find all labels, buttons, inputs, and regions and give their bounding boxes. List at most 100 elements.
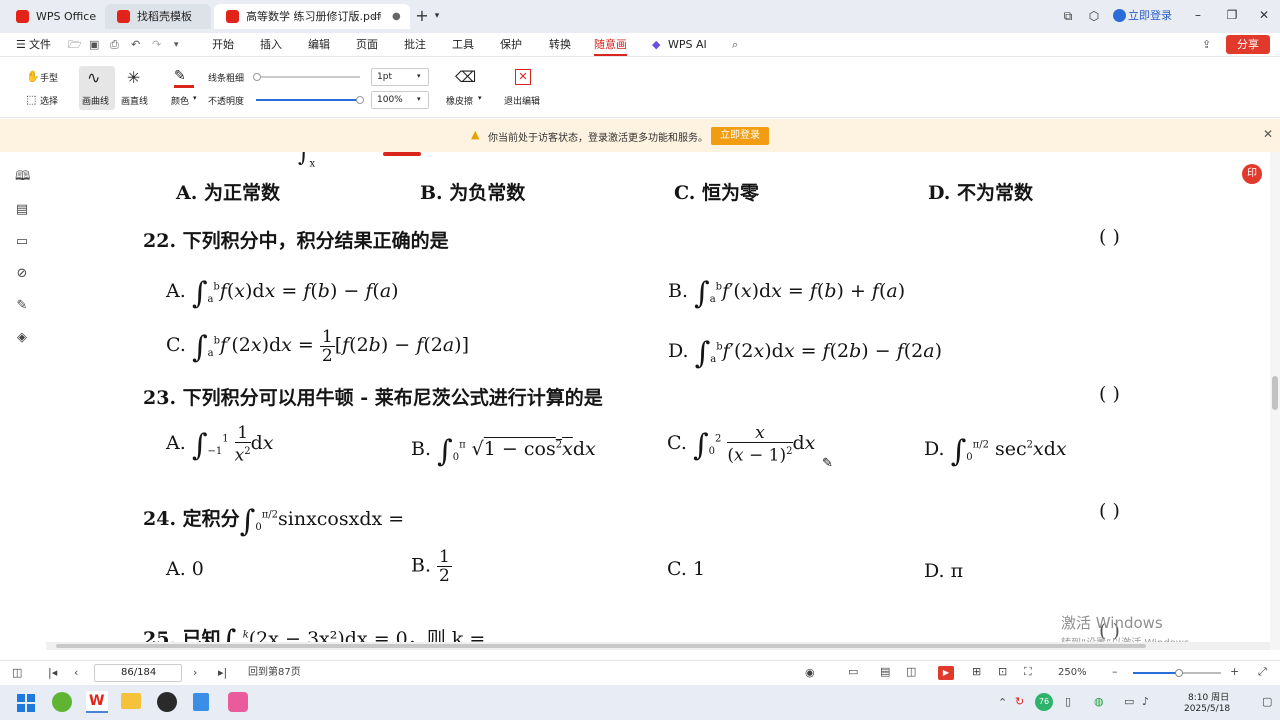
recycle-bin-icon[interactable]: [193, 693, 209, 711]
horizontal-scrollbar[interactable]: [46, 642, 1270, 650]
tray-badge[interactable]: 76: [1035, 693, 1053, 711]
monitor-icon[interactable]: ▭: [372, 4, 381, 29]
hamburger-icon[interactable]: ☰: [16, 36, 26, 54]
curve-tool-button[interactable]: ∿ 画曲线: [79, 66, 115, 110]
last-page-icon[interactable]: ▸|: [218, 666, 227, 680]
thickness-select[interactable]: 1pt ▾: [371, 68, 429, 86]
open-icon[interactable]: 🗁: [68, 36, 82, 54]
single-page-view-icon[interactable]: ▭: [848, 665, 858, 679]
opacity-select[interactable]: 100% ▾: [371, 91, 429, 109]
menu-file[interactable]: 文件: [29, 36, 51, 54]
zoom-out-icon[interactable]: –: [1112, 665, 1118, 679]
zoom-slider[interactable]: [1133, 669, 1221, 677]
search-icon[interactable]: ⌕: [732, 36, 738, 54]
color-app-icon[interactable]: [228, 692, 248, 712]
unsaved-dot-icon[interactable]: ●: [392, 4, 401, 29]
thickness-slider[interactable]: [253, 73, 360, 81]
network-icon[interactable]: ▭: [1124, 695, 1134, 709]
menu-protect[interactable]: 保护: [500, 36, 522, 54]
zoom-level[interactable]: 250%: [1058, 666, 1087, 680]
chevron-down-icon[interactable]: ▾: [431, 6, 443, 26]
redo-icon[interactable]: ↷: [152, 36, 161, 54]
fit-width-icon[interactable]: ⊞: [972, 665, 981, 679]
previous-page-icon[interactable]: ‹: [74, 666, 78, 680]
restore-button[interactable]: ❐: [1224, 5, 1240, 25]
quick-access-chevron-icon[interactable]: ▾: [174, 36, 179, 54]
tray-wechat-icon[interactable]: ◍: [1094, 695, 1104, 709]
return-to-page-link[interactable]: 回到第87页: [248, 666, 301, 680]
tab-wps-office[interactable]: WPS Office: [4, 4, 102, 29]
dual-page-view-icon[interactable]: ◫: [906, 665, 916, 679]
zoom-in-icon[interactable]: +: [1230, 665, 1239, 679]
exit-edit-button[interactable]: ✕ 退出编辑: [500, 66, 548, 110]
avatar-icon[interactable]: [1113, 9, 1126, 22]
login-link[interactable]: 立即登录: [1128, 6, 1172, 26]
new-tab-icon[interactable]: +: [413, 6, 431, 26]
expand-icon[interactable]: ⤢: [1258, 665, 1267, 679]
clock-date[interactable]: 2025/5/18: [1184, 704, 1230, 714]
tray-chevron-up-icon[interactable]: ⌃: [998, 696, 1007, 710]
comment-icon[interactable]: ▭: [15, 235, 29, 249]
menu-wps-ai[interactable]: WPS AI: [668, 36, 707, 54]
media-app-icon[interactable]: [157, 692, 177, 712]
q21-option-d: D. 不为常数: [928, 182, 1034, 204]
page-number-input[interactable]: 86/184: [94, 664, 182, 682]
next-page-icon[interactable]: ›: [193, 666, 197, 680]
minimize-button[interactable]: –: [1190, 5, 1206, 25]
menu-convert[interactable]: 转换: [549, 36, 571, 54]
tab-pdf-document[interactable]: 高等数学 练习册修订版.pdf ▭ ●: [214, 4, 410, 29]
bookmark-icon[interactable]: 🕮: [15, 170, 30, 184]
save-icon[interactable]: ▣: [89, 36, 99, 54]
signature-icon[interactable]: ✎: [15, 299, 29, 313]
menu-insert[interactable]: 插入: [260, 36, 282, 54]
menu-tools[interactable]: 工具: [452, 36, 474, 54]
close-window-button[interactable]: ✕: [1256, 5, 1272, 25]
stamp-tool-icon[interactable]: 印: [1242, 164, 1262, 184]
thickness-slider-handle[interactable]: [253, 73, 261, 81]
zoom-slider-handle[interactable]: [1175, 669, 1183, 677]
first-page-icon[interactable]: |◂: [48, 666, 57, 680]
windows-start-icon[interactable]: [17, 694, 35, 712]
continuous-view-icon[interactable]: ▤: [880, 665, 890, 679]
window-icon[interactable]: ⧉: [1060, 6, 1076, 26]
volume-icon[interactable]: ♪: [1142, 695, 1149, 709]
share-button[interactable]: 分享: [1226, 35, 1270, 54]
print-icon[interactable]: ⎙: [110, 36, 119, 54]
thumbnail-icon[interactable]: ▤: [15, 203, 29, 217]
line-tool-button[interactable]: ✳ 画直线: [119, 66, 153, 110]
color-picker-button[interactable]: ✎ 颜色 ▾: [162, 66, 202, 110]
file-explorer-icon[interactable]: [121, 693, 141, 709]
menu-annotate[interactable]: 批注: [404, 36, 426, 54]
cube-icon[interactable]: ⬡: [1086, 6, 1102, 26]
opacity-slider-handle[interactable]: [356, 96, 364, 104]
menu-freehand[interactable]: 随意画: [594, 36, 627, 56]
opacity-slider[interactable]: [256, 96, 364, 104]
fullscreen-icon[interactable]: ⛶: [1024, 665, 1032, 679]
menu-edit[interactable]: 编辑: [308, 36, 330, 54]
eye-icon[interactable]: ◉: [805, 666, 815, 680]
horizontal-scrollbar-thumb[interactable]: [56, 644, 1146, 648]
attachment-icon[interactable]: ⊘: [15, 267, 29, 281]
tray-phone-icon[interactable]: ▯: [1065, 695, 1071, 709]
fit-page-icon[interactable]: ⊡: [998, 665, 1007, 679]
browser-icon[interactable]: [52, 692, 72, 712]
wps-taskbar-icon[interactable]: W: [86, 691, 108, 713]
menu-start[interactable]: 开始: [212, 36, 234, 54]
notification-icon[interactable]: ▢: [1262, 695, 1272, 709]
clock-time[interactable]: 8:10 周日: [1188, 690, 1229, 703]
vertical-scrollbar[interactable]: [1270, 152, 1280, 650]
undo-icon[interactable]: ↶: [131, 36, 140, 54]
vertical-scrollbar-thumb[interactable]: [1272, 376, 1278, 410]
play-icon[interactable]: ▶: [938, 666, 954, 680]
tab-templates[interactable]: 找稻壳模板: [105, 4, 211, 29]
cloud-upload-icon[interactable]: ⇪: [1202, 36, 1211, 54]
sidebar-toggle-icon[interactable]: ◫: [12, 666, 22, 680]
select-tool-button[interactable]: 选择: [40, 94, 58, 107]
layers-icon[interactable]: ◈: [15, 331, 29, 345]
hand-tool-button[interactable]: 手型: [40, 71, 58, 84]
notice-login-button[interactable]: 立即登录: [711, 127, 769, 145]
menu-page[interactable]: 页面: [356, 36, 378, 54]
close-notice-icon[interactable]: ✕: [1263, 127, 1273, 141]
tray-sync-icon[interactable]: ↻: [1015, 695, 1024, 709]
eraser-button[interactable]: ⌫ 橡皮擦 ▾: [441, 66, 487, 110]
